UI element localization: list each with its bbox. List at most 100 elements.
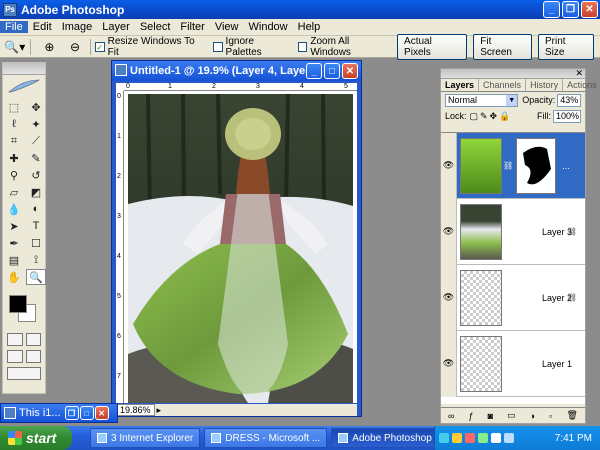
minimize-button[interactable]: _ <box>543 1 560 18</box>
paint-bucket-tool-icon[interactable]: ◩ <box>26 184 46 200</box>
dodge-tool-icon[interactable]: ◐ <box>26 201 46 217</box>
blur-tool-icon[interactable]: 💧 <box>4 201 24 217</box>
zoom-tool-icon[interactable]: 🔍▾ <box>4 38 26 56</box>
menu-layer[interactable]: Layer <box>97 21 135 33</box>
adjustment-layer-icon[interactable]: ◑ <box>530 411 535 421</box>
network-icon[interactable] <box>439 433 449 443</box>
healing-brush-tool-icon[interactable]: ✚ <box>4 150 24 166</box>
menu-select[interactable]: Select <box>135 21 176 33</box>
trash-icon[interactable]: 🗑 <box>566 410 577 421</box>
pen-tool-icon[interactable]: ✒ <box>4 235 24 251</box>
security-icon[interactable] <box>465 433 475 443</box>
clock[interactable]: 7:41 PM <box>555 433 592 444</box>
menu-file[interactable]: File <box>0 21 28 33</box>
move-tool-icon[interactable]: ✥ <box>26 99 46 115</box>
tray-app-icon[interactable] <box>478 433 488 443</box>
hand-tool-icon[interactable]: ✋ <box>4 269 24 285</box>
foreground-color[interactable] <box>9 295 27 313</box>
lasso-tool-icon[interactable]: ℓ <box>4 116 24 132</box>
zoom-out-icon[interactable]: ⊖ <box>64 38 86 56</box>
menu-image[interactable]: Image <box>57 21 98 33</box>
resize-windows-checkbox[interactable]: ✓ Resize Windows To Fit <box>94 36 207 58</box>
clone-stamp-tool-icon[interactable]: ⚲ <box>4 167 24 183</box>
link-layers-icon[interactable]: ∞ <box>448 411 454 421</box>
alert-icon[interactable] <box>452 433 462 443</box>
task-photoshop[interactable]: Adobe Photoshop <box>331 428 439 448</box>
layer-row-4[interactable]: 👁 ⛓ ... <box>441 132 585 199</box>
doc-close-button[interactable]: ✕ <box>342 63 358 79</box>
lock-icons[interactable]: ▢✎✥🔒 <box>470 111 513 122</box>
eye-icon[interactable]: 👁 <box>441 330 457 397</box>
min-restore-button[interactable]: ❐ <box>64 406 79 420</box>
palette-close-icon[interactable]: ✕ <box>575 68 583 79</box>
actual-pixels-button[interactable]: Actual Pixels <box>397 33 468 60</box>
layer-row-1[interactable]: 👁 Layer 1 <box>441 330 585 397</box>
layer-row-3[interactable]: 👁 Layer 3 ⛓ <box>441 198 585 265</box>
standard-mode-icon[interactable] <box>7 333 23 346</box>
eye-icon[interactable]: 👁 <box>441 264 457 331</box>
slice-tool-icon[interactable]: ⟋ <box>26 133 46 149</box>
shape-tool-icon[interactable]: ☐ <box>26 235 46 251</box>
eye-icon[interactable]: 👁 <box>441 132 457 199</box>
min-close-button[interactable]: ✕ <box>94 406 109 420</box>
status-arrow-icon[interactable]: ▸ <box>157 405 162 416</box>
task-word-dress[interactable]: DRESS - Microsoft ... <box>204 428 328 448</box>
volume-icon[interactable] <box>491 433 501 443</box>
add-mask-icon[interactable]: ◙ <box>488 411 493 421</box>
layer-style-icon[interactable]: ƒ <box>469 411 474 421</box>
crop-tool-icon[interactable]: ⌗ <box>4 133 24 149</box>
notes-tool-icon[interactable]: ▤ <box>4 252 24 268</box>
zoom-tool-icon[interactable]: 🔍 <box>26 269 46 285</box>
close-button[interactable]: ✕ <box>581 1 598 18</box>
fit-screen-button[interactable]: Fit Screen <box>473 33 533 60</box>
tab-history[interactable]: History <box>526 79 564 91</box>
document-titlebar[interactable]: Untitled-1 @ 19.9% (Layer 4, Layer... _ … <box>112 61 361 81</box>
screen-mode-full-icon[interactable] <box>25 350 41 363</box>
layer-mask-thumbnail[interactable] <box>516 137 557 194</box>
eyedropper-tool-icon[interactable]: ⟟ <box>26 252 46 268</box>
tab-channels[interactable]: Channels <box>479 79 527 91</box>
ignore-palettes-checkbox[interactable]: Ignore Palettes <box>212 36 292 58</box>
layers-palette-header[interactable]: ✕ <box>441 68 585 79</box>
min-maximize-button[interactable]: □ <box>79 406 94 420</box>
path-selection-tool-icon[interactable]: ➤ <box>4 218 24 234</box>
doc-minimize-button[interactable]: _ <box>306 63 322 79</box>
menu-help[interactable]: Help <box>293 21 326 33</box>
menu-edit[interactable]: Edit <box>28 21 57 33</box>
tab-actions[interactable]: Actions <box>563 79 600 91</box>
menu-window[interactable]: Window <box>244 21 293 33</box>
photo-dress[interactable] <box>128 94 353 403</box>
quick-mask-icon[interactable] <box>25 333 41 346</box>
fill-input[interactable]: 100% <box>553 109 581 123</box>
type-tool-icon[interactable]: T <box>26 218 46 234</box>
layer-set-icon[interactable]: ▭ <box>507 410 516 421</box>
new-layer-icon[interactable]: ▫ <box>549 411 552 421</box>
messenger-icon[interactable] <box>504 433 514 443</box>
zoom-in-icon[interactable]: ⊕ <box>39 38 61 56</box>
opacity-input[interactable]: 43% <box>557 93 581 107</box>
zoom-all-checkbox[interactable]: Zoom All Windows <box>297 36 392 58</box>
task-internet-explorer[interactable]: 3 Internet Explorer <box>90 428 201 448</box>
eraser-tool-icon[interactable]: ▱ <box>4 184 24 200</box>
screen-mode-standard-icon[interactable] <box>7 350 23 363</box>
jump-to-imageready-icon[interactable] <box>7 367 41 380</box>
menu-view[interactable]: View <box>210 21 244 33</box>
print-size-button[interactable]: Print Size <box>538 33 595 60</box>
doc-maximize-button[interactable]: □ <box>324 63 340 79</box>
zoom-level[interactable]: 19.86% <box>116 404 155 416</box>
feather-icon[interactable] <box>3 75 45 97</box>
tab-layers[interactable]: Layers <box>441 79 480 91</box>
layer-row-2[interactable]: 👁 Layer 2 ⛓ <box>441 264 585 331</box>
tool-palette-header[interactable] <box>3 63 45 75</box>
ruler-left[interactable]: 0 1 2 3 4 5 6 7 <box>116 91 124 403</box>
marquee-tool-icon[interactable]: ⬚ <box>4 99 24 115</box>
brush-tool-icon[interactable]: ✎ <box>26 150 46 166</box>
eye-icon[interactable]: 👁 <box>441 198 457 265</box>
restore-button[interactable]: ❐ <box>562 1 579 18</box>
history-brush-tool-icon[interactable]: ↺ <box>26 167 46 183</box>
minimized-window[interactable]: This i1... ❐ □ ✕ <box>0 403 118 423</box>
blend-mode-select[interactable]: Normal ▼ <box>445 93 519 107</box>
menu-filter[interactable]: Filter <box>175 21 209 33</box>
start-button[interactable]: start <box>0 426 72 450</box>
ruler-top[interactable]: 0 1 2 3 4 5 <box>124 83 357 91</box>
